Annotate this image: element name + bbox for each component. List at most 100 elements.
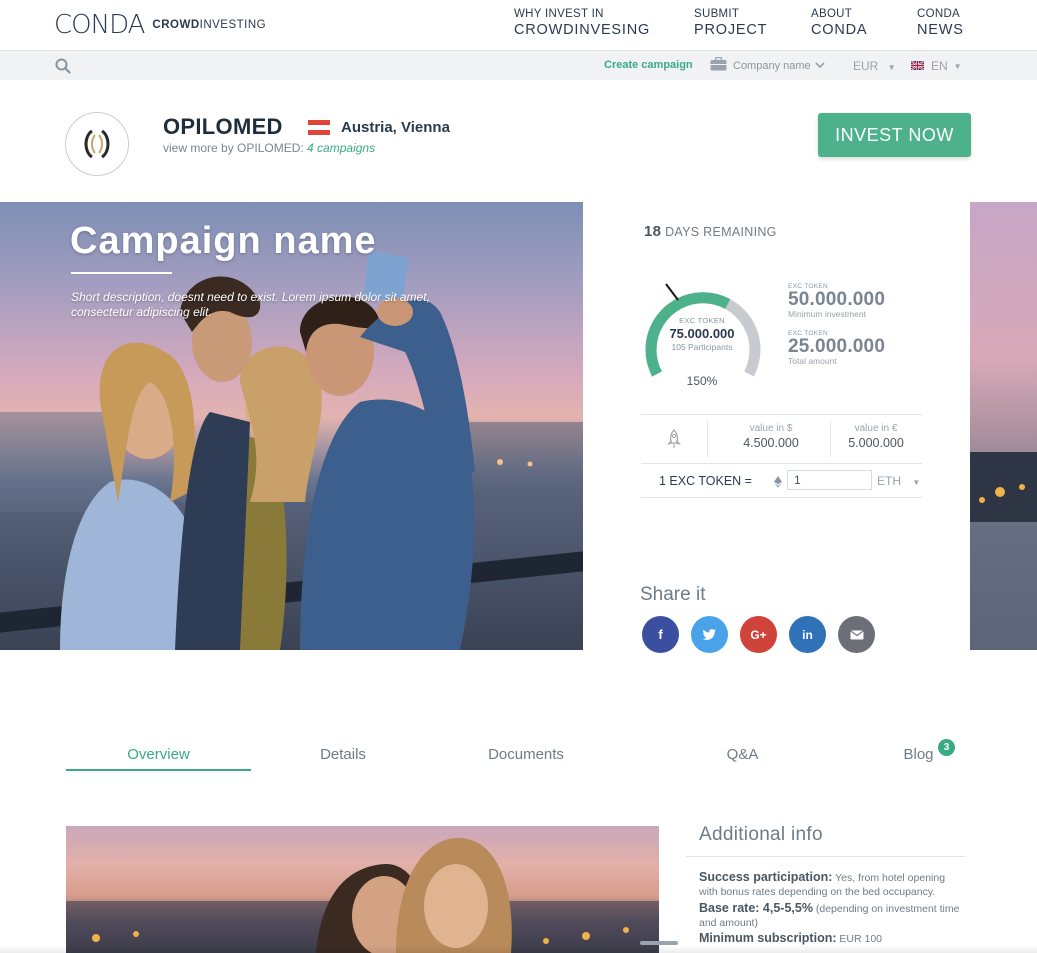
facebook-icon: f [658, 627, 663, 642]
title-divider [71, 272, 172, 274]
tab-details[interactable]: Details [298, 746, 388, 763]
austria-flag-icon [308, 120, 330, 135]
bottom-shade [0, 945, 1037, 953]
info-label: Minimum subscription: [699, 931, 837, 945]
gauge-participants: 105 Participants [671, 342, 733, 352]
next-campaign-image-peek[interactable] [970, 202, 1037, 650]
nav-conda-news[interactable]: CONDA NEWS [917, 8, 987, 38]
opilomed-logo-icon [84, 129, 110, 159]
envelope-icon [849, 629, 864, 639]
min-investment-value: 50.000.000 [788, 289, 886, 310]
campaign-title: Campaign name [70, 220, 377, 262]
days-number: 18 [644, 223, 662, 240]
min-investment-stat: EXC TOKEN 50.000.000 Minimum investment [788, 283, 885, 319]
couple-illustration [66, 837, 659, 953]
invest-now-button[interactable]: INVEST NOW [818, 113, 971, 157]
gauge-center-label: EXC TOKEN 75.000.000 105 Participants [642, 316, 762, 352]
google-plus-icon: G+ [750, 627, 767, 642]
info-minimum-subscription: Minimum subscription: EUR 100 [699, 931, 961, 946]
nav-news-small: CONDA [917, 8, 961, 20]
tab-documents[interactable]: Documents [466, 746, 586, 763]
conversion-amount-input[interactable]: 1 [787, 470, 872, 490]
language-label: EN [931, 59, 948, 73]
value-usd: value in $ 4.500.000 [726, 423, 816, 450]
total-amount-stat: EXC TOKEN 25.000.000 Total amount [788, 330, 885, 366]
nav-news-big: NEWS [917, 22, 964, 38]
email-share-button[interactable] [838, 616, 875, 653]
conda-logo[interactable]: CONDA CROWDINVESTING [54, 10, 266, 40]
campaign-hero-image [0, 202, 583, 650]
twitter-share-button[interactable] [691, 616, 728, 653]
nav-about-big: CONDA [811, 22, 868, 38]
top-navigation: CONDA CROWDINVESTING WHY INVEST IN CROWD… [0, 0, 1037, 50]
utility-bar: Create campaign Company name EUR ▼ EN ▼ [0, 50, 1037, 80]
value-eur-amount: 5.000.000 [848, 436, 904, 450]
days-label: DAYS REMAINING [665, 225, 777, 239]
nav-why-invest-small: WHY INVEST IN [514, 8, 604, 20]
info-text: EUR 100 [839, 933, 883, 945]
view-more-prefix: view more by OPILOMED: [163, 141, 304, 155]
logo-mark: CONDA [54, 10, 145, 40]
value-usd-label: value in $ [749, 423, 793, 434]
company-name[interactable]: OPILOMED [163, 114, 283, 140]
people-illustration [0, 252, 583, 650]
conversion-label: 1 EXC TOKEN = [659, 474, 752, 488]
linkedin-icon: in [802, 627, 813, 642]
sunset-lights-illustration [970, 452, 1037, 650]
gauge-percent: 150% [686, 374, 718, 388]
view-more-text: view more by OPILOMED: 4 campaigns [163, 141, 375, 155]
gauge-token-label: EXC TOKEN [679, 316, 725, 325]
language-dropdown[interactable]: EN ▼ [910, 59, 962, 73]
nav-submit-project[interactable]: SUBMIT PROJECT [694, 8, 811, 38]
logo-subtitle: CROWDINVESTING [152, 19, 267, 31]
total-amount-value: 25.000.000 [788, 336, 886, 357]
twitter-icon [703, 629, 716, 640]
nav-submit-small: SUBMIT [694, 8, 740, 20]
currency-dropdown[interactable]: EUR ▼ [853, 59, 896, 73]
additional-info-title: Additional info [699, 824, 823, 845]
value-eur: value in € 5.000.000 [831, 423, 921, 450]
create-campaign-link[interactable]: Create campaign [604, 59, 693, 71]
ethereum-icon [774, 475, 782, 493]
google-plus-share-button[interactable]: G+ [740, 616, 777, 653]
value-divider [707, 421, 708, 457]
uk-flag-icon [910, 59, 925, 73]
caret-down-icon: ▼ [912, 478, 921, 487]
nav-about-conda[interactable]: ABOUT CONDA [811, 8, 917, 38]
nav-about-small: ABOUT [811, 8, 853, 20]
additional-info-divider [686, 856, 965, 857]
gauge-marker [665, 283, 679, 301]
briefcase-icon [710, 56, 727, 74]
company-dropdown[interactable]: Company name [710, 56, 825, 74]
tab-overview[interactable]: Overview [66, 746, 251, 763]
campaign-tabs: Overview Details Documents Q&A Blog [66, 740, 966, 774]
nav-why-invest[interactable]: WHY INVEST IN CROWDINVESING [514, 8, 694, 38]
gauge-value: 75.000.000 [669, 326, 735, 341]
campaigns-link[interactable]: 4 campaigns [307, 141, 375, 155]
overview-image [66, 826, 659, 953]
value-eur-label: value in € [854, 423, 898, 434]
share-title: Share it [640, 584, 706, 605]
company-avatar[interactable] [65, 112, 129, 176]
company-name-label: Company name [733, 59, 811, 72]
tab-qa[interactable]: Q&A [706, 746, 779, 763]
active-tab-indicator [66, 769, 251, 771]
facebook-share-button[interactable]: f [642, 616, 679, 653]
campaign-description: Short description, doesnt need to exist.… [71, 290, 430, 319]
search-icon[interactable] [55, 58, 71, 79]
rocket-icon [667, 429, 681, 454]
linkedin-share-button[interactable]: in [789, 616, 826, 653]
conversion-currency-label: ETH [877, 474, 901, 488]
value-row: value in $ 4.500.000 value in € 5.000.00… [641, 414, 922, 464]
conversion-currency-dropdown[interactable]: ETH ▼ [877, 474, 920, 488]
caret-down-icon: ▼ [953, 61, 962, 71]
chevron-down-icon [815, 60, 825, 72]
currency-label: EUR [853, 59, 879, 73]
value-usd-amount: 4.500.000 [743, 436, 799, 450]
main-nav: WHY INVEST IN CROWDINVESING SUBMIT PROJE… [514, 8, 987, 38]
days-remaining: 18 DAYS REMAINING [644, 223, 777, 240]
company-location: Austria, Vienna [341, 119, 450, 136]
nav-submit-big: PROJECT [694, 22, 768, 38]
token-conversion-row: 1 EXC TOKEN = 1 ETH ▼ [641, 464, 922, 498]
info-label: Success participation: [699, 870, 833, 884]
